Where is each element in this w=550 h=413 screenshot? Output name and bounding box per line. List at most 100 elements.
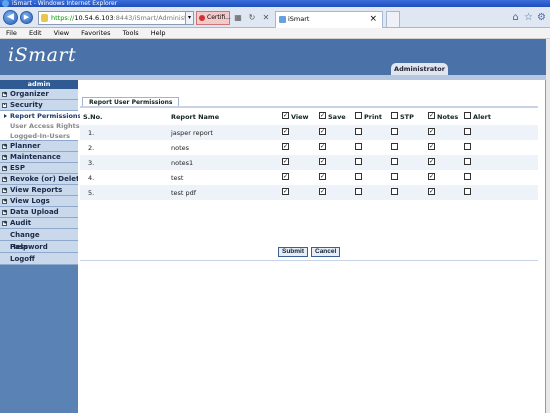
row-report-name: notes1 xyxy=(171,159,194,167)
expand-icon: + xyxy=(2,165,8,171)
column-header-print: Print xyxy=(364,113,382,121)
notes-checkbox[interactable]: ✓ xyxy=(428,128,435,135)
cancel-button[interactable]: Cancel xyxy=(311,247,341,257)
tools-gear-icon[interactable]: ⚙ xyxy=(536,12,547,23)
notes-checkbox[interactable]: ✓ xyxy=(428,188,435,195)
menu-file[interactable]: File xyxy=(6,28,17,38)
app-header: iSmart Administrator xyxy=(0,39,546,75)
stp-checkbox[interactable] xyxy=(391,188,398,195)
home-icon[interactable]: ⌂ xyxy=(510,12,521,23)
permissions-table: S.No. Report Name ✓ View ✓ Save Print ST… xyxy=(80,111,538,201)
menu-help[interactable]: Help xyxy=(151,28,166,38)
alert-checkbox[interactable] xyxy=(464,128,471,135)
print-checkbox[interactable] xyxy=(355,158,362,165)
sidebar-item-organizer[interactable]: + Organizer xyxy=(0,89,78,100)
sidebar-item-label: Maintenance xyxy=(10,153,61,161)
table-row: 3. notes1 ✓ ✓ ✓ xyxy=(80,155,538,170)
stp-checkbox[interactable] xyxy=(391,128,398,135)
save-checkbox[interactable]: ✓ xyxy=(319,128,326,135)
page-scrollbar[interactable] xyxy=(546,39,550,413)
menu-view[interactable]: View xyxy=(54,28,69,38)
select-all-save-checkbox[interactable]: ✓ xyxy=(319,112,326,119)
alert-checkbox[interactable] xyxy=(464,188,471,195)
address-field[interactable]: https://10.54.6.103:8443/iSmart/Administ… xyxy=(38,11,193,25)
save-checkbox[interactable]: ✓ xyxy=(319,143,326,150)
alert-checkbox[interactable] xyxy=(464,158,471,165)
column-header-stp: STP xyxy=(400,113,414,121)
alert-checkbox[interactable] xyxy=(464,143,471,150)
certificate-error-icon xyxy=(199,15,205,21)
sidebar-item-esp[interactable]: + ESP xyxy=(0,163,78,174)
forward-button[interactable]: ▶ xyxy=(20,11,33,24)
notes-checkbox[interactable]: ✓ xyxy=(428,158,435,165)
collapse-icon: - xyxy=(2,102,7,108)
view-checkbox[interactable]: ✓ xyxy=(282,158,289,165)
browser-tab[interactable]: iSmart × xyxy=(275,11,383,28)
new-tab-button[interactable] xyxy=(386,11,400,28)
save-checkbox[interactable]: ✓ xyxy=(319,158,326,165)
view-checkbox[interactable]: ✓ xyxy=(282,128,289,135)
sidebar-item-label: View Reports xyxy=(10,186,63,194)
stp-checkbox[interactable] xyxy=(391,143,398,150)
column-header-report-name: Report Name xyxy=(171,113,220,121)
sidebar-item-data-upload[interactable]: + Data Upload xyxy=(0,207,78,218)
sidebar-item-view-reports[interactable]: + View Reports xyxy=(0,185,78,196)
alert-checkbox[interactable] xyxy=(464,173,471,180)
back-button[interactable]: ◀ xyxy=(3,10,18,25)
sidebar-subitem-logged-in-users[interactable]: Logged-In-Users xyxy=(0,131,78,141)
print-checkbox[interactable] xyxy=(355,128,362,135)
stop-icon[interactable]: ✕ xyxy=(260,11,272,25)
sidebar-item-planner[interactable]: + Planner xyxy=(0,141,78,152)
header-divider xyxy=(0,75,546,80)
print-checkbox[interactable] xyxy=(355,143,362,150)
sidebar-item-view-logs[interactable]: + View Logs xyxy=(0,196,78,207)
select-all-stp-checkbox[interactable] xyxy=(391,112,398,119)
sidebar-subitem-report-permissions[interactable]: Report Permissions xyxy=(0,111,81,121)
sidebar-link-change-password[interactable]: Change Password xyxy=(0,229,78,251)
menu-favorites[interactable]: Favorites xyxy=(81,28,110,38)
expand-icon: + xyxy=(2,91,8,97)
compatibility-view-icon[interactable]: ▦ xyxy=(232,11,244,25)
expand-icon: + xyxy=(2,176,8,182)
print-checkbox[interactable] xyxy=(355,188,362,195)
menu-tools[interactable]: Tools xyxy=(123,28,139,38)
address-dropdown-button[interactable]: ▾ xyxy=(185,11,194,25)
menu-edit[interactable]: Edit xyxy=(29,28,42,38)
sidebar-item-security[interactable]: - Security xyxy=(0,100,78,111)
view-checkbox[interactable]: ✓ xyxy=(282,143,289,150)
select-all-notes-checkbox[interactable]: ✓ xyxy=(428,112,435,119)
save-checkbox[interactable]: ✓ xyxy=(319,173,326,180)
sidebar-item-maintenance[interactable]: + Maintenance xyxy=(0,152,78,163)
notes-checkbox[interactable]: ✓ xyxy=(428,173,435,180)
expand-icon: + xyxy=(2,209,8,215)
view-checkbox[interactable]: ✓ xyxy=(282,173,289,180)
favorites-star-icon[interactable]: ☆ xyxy=(523,12,534,23)
sidebar-item-label: Organizer xyxy=(10,90,49,98)
sidebar-subitem-user-access-rights[interactable]: User Access Rights xyxy=(0,121,80,131)
expand-icon: + xyxy=(2,187,8,193)
address-path: :8443/iSmart/Administrator xyxy=(113,14,192,22)
submit-button[interactable]: Submit xyxy=(278,247,309,257)
print-checkbox[interactable] xyxy=(355,173,362,180)
stp-checkbox[interactable] xyxy=(391,173,398,180)
notes-checkbox[interactable]: ✓ xyxy=(428,143,435,150)
sidebar-item-revoke-delete[interactable]: + Revoke (or) Delete xyxy=(0,174,78,185)
select-all-print-checkbox[interactable] xyxy=(355,112,362,119)
ie-icon xyxy=(2,0,9,7)
certificate-error-button[interactable]: Certifi... xyxy=(196,11,231,25)
refresh-icon[interactable]: ↻ xyxy=(246,11,258,25)
select-all-alert-checkbox[interactable] xyxy=(464,112,471,119)
column-header-sno: S.No. xyxy=(83,113,103,121)
address-scheme: https:// xyxy=(51,14,75,22)
sidebar-item-audit[interactable]: + Audit xyxy=(0,218,78,229)
tab-close-icon[interactable]: × xyxy=(369,12,377,27)
sidebar-link-logoff[interactable]: Logoff xyxy=(0,253,78,265)
view-checkbox[interactable]: ✓ xyxy=(282,188,289,195)
stp-checkbox[interactable] xyxy=(391,158,398,165)
sidebar-subitem-label: User Access Rights xyxy=(10,122,80,130)
select-all-view-checkbox[interactable]: ✓ xyxy=(282,112,289,119)
row-report-name: test xyxy=(171,174,184,182)
save-checkbox[interactable]: ✓ xyxy=(319,188,326,195)
tab-underline xyxy=(80,106,538,108)
administrator-tab[interactable]: Administrator xyxy=(391,63,448,75)
